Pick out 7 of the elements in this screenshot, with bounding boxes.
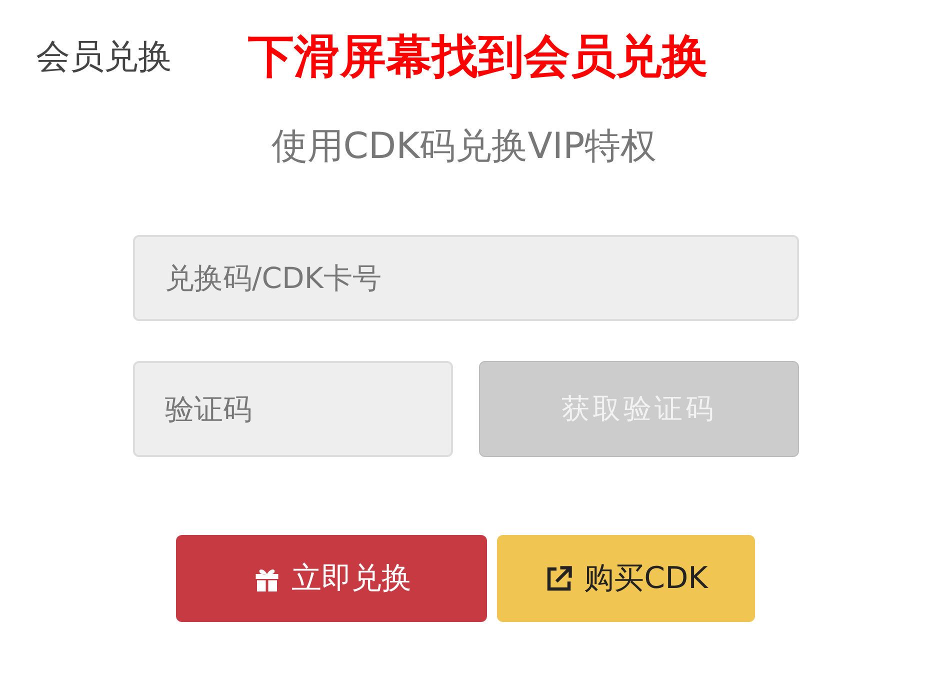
page-title: 会员兑换 xyxy=(36,36,172,79)
buy-button[interactable]: 购买CDK xyxy=(497,535,755,622)
redeem-button[interactable]: 立即兑换 xyxy=(176,535,487,622)
verification-code-field[interactable]: 验证码 xyxy=(133,361,453,457)
subtitle: 使用CDK码兑换VIP特权 xyxy=(270,125,658,169)
annotation-text: 下滑屏幕找到会员兑换 xyxy=(248,28,708,85)
cdk-input-field[interactable]: 兑换码/CDK卡号 xyxy=(133,235,799,321)
